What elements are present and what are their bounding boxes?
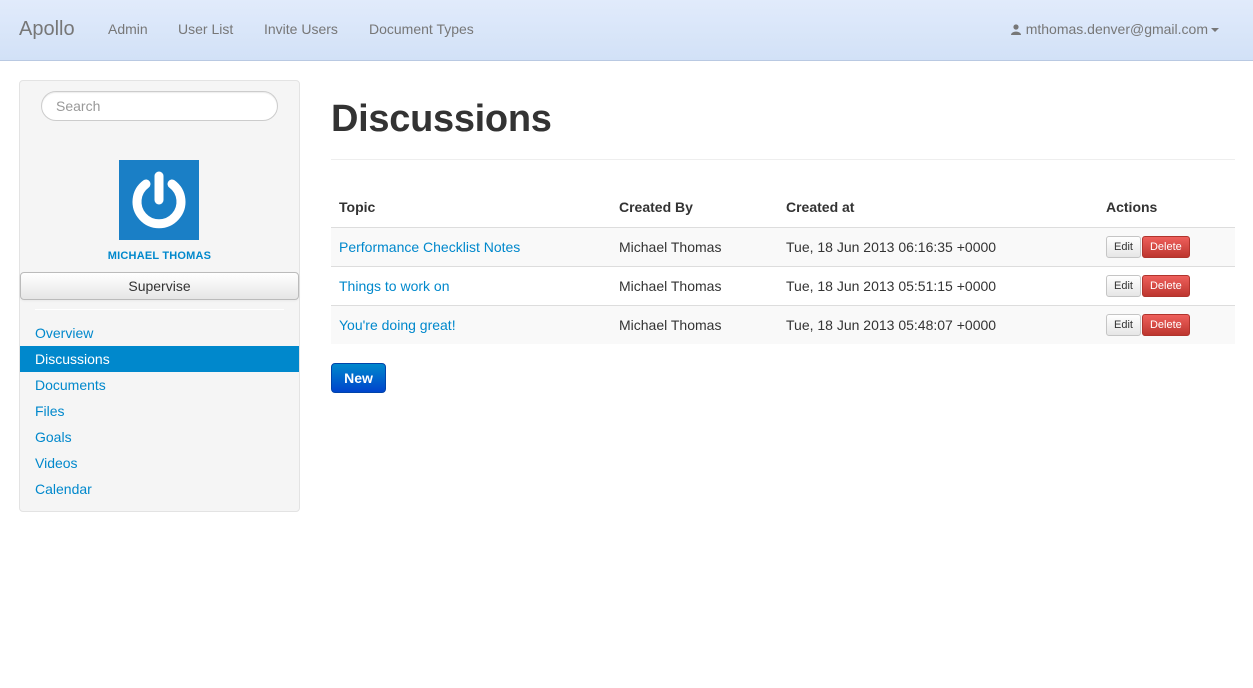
search-input[interactable] [41, 91, 278, 121]
table-header-row: Topic Created By Created at Actions [331, 188, 1235, 227]
discussions-table: Topic Created By Created at Actions Perf… [331, 188, 1235, 344]
table-row: Things to work on Michael Thomas Tue, 18… [331, 265, 1235, 305]
column-header-created-by: Created By [619, 199, 693, 216]
profile-name[interactable]: MICHAEL THOMAS [20, 250, 299, 262]
delete-button[interactable]: Delete [1141, 235, 1190, 258]
new-discussion-button[interactable]: New [331, 363, 386, 393]
top-navbar: Apollo Admin User List Invite Users Docu… [0, 0, 1253, 61]
sidebar-item-documents[interactable]: Documents [20, 372, 299, 398]
user-email: mthomas.denver@gmail.com [1025, 21, 1208, 37]
created-at-cell: Tue, 18 Jun 2013 05:48:07 +0000 [778, 304, 1098, 344]
sidebar-item-discussions[interactable]: Discussions [20, 346, 299, 372]
nav-link-invite-users[interactable]: Invite Users [264, 21, 338, 37]
brand-logo[interactable]: Apollo [19, 18, 75, 41]
title-divider [331, 159, 1235, 160]
sidebar-item-overview[interactable]: Overview [20, 320, 299, 346]
created-by-cell: Michael Thomas [611, 304, 778, 344]
created-by-cell: Michael Thomas [611, 265, 778, 305]
sidebar-item-files[interactable]: Files [20, 398, 299, 424]
sidebar-item-videos[interactable]: Videos [20, 450, 299, 476]
delete-button[interactable]: Delete [1141, 274, 1190, 297]
table-row: Performance Checklist Notes Michael Thom… [331, 226, 1235, 266]
created-at-cell: Tue, 18 Jun 2013 05:51:15 +0000 [778, 265, 1098, 305]
topic-link[interactable]: Performance Checklist Notes [331, 226, 611, 266]
actions-cell: Edit Delete [1098, 226, 1235, 266]
column-header-created-at: Created at [786, 199, 855, 216]
sidebar-item-goals[interactable]: Goals [20, 424, 299, 450]
actions-cell: Edit Delete [1098, 265, 1235, 305]
avatar [119, 160, 199, 240]
nav-link-user-list[interactable]: User List [178, 21, 233, 37]
edit-button[interactable]: Edit [1106, 313, 1141, 336]
table-row: You're doing great! Michael Thomas Tue, … [331, 304, 1235, 344]
nav-link-admin[interactable]: Admin [108, 21, 148, 37]
page-title: Discussions [331, 98, 552, 140]
column-header-actions: Actions [1106, 199, 1158, 216]
sidebar-item-calendar[interactable]: Calendar [20, 476, 299, 502]
edit-button[interactable]: Edit [1106, 235, 1141, 258]
user-icon [1010, 23, 1021, 35]
power-icon [132, 171, 186, 229]
created-by-cell: Michael Thomas [611, 226, 778, 266]
delete-button[interactable]: Delete [1141, 313, 1190, 336]
supervise-button[interactable]: Supervise [20, 272, 299, 300]
nav-link-document-types[interactable]: Document Types [369, 21, 474, 37]
column-header-topic: Topic [339, 199, 376, 216]
edit-button[interactable]: Edit [1106, 274, 1141, 297]
created-at-cell: Tue, 18 Jun 2013 06:16:35 +0000 [778, 226, 1098, 266]
topic-link[interactable]: Things to work on [331, 265, 611, 305]
caret-down-icon [1211, 28, 1219, 32]
sidebar-nav: Overview Discussions Documents Files Goa… [20, 320, 299, 502]
topic-link[interactable]: You're doing great! [331, 304, 611, 344]
divider [35, 309, 284, 310]
actions-cell: Edit Delete [1098, 304, 1235, 344]
user-menu-dropdown[interactable]: mthomas.denver@gmail.com [1010, 21, 1219, 37]
sidebar: MICHAEL THOMAS Supervise Overview Discus… [19, 80, 300, 512]
